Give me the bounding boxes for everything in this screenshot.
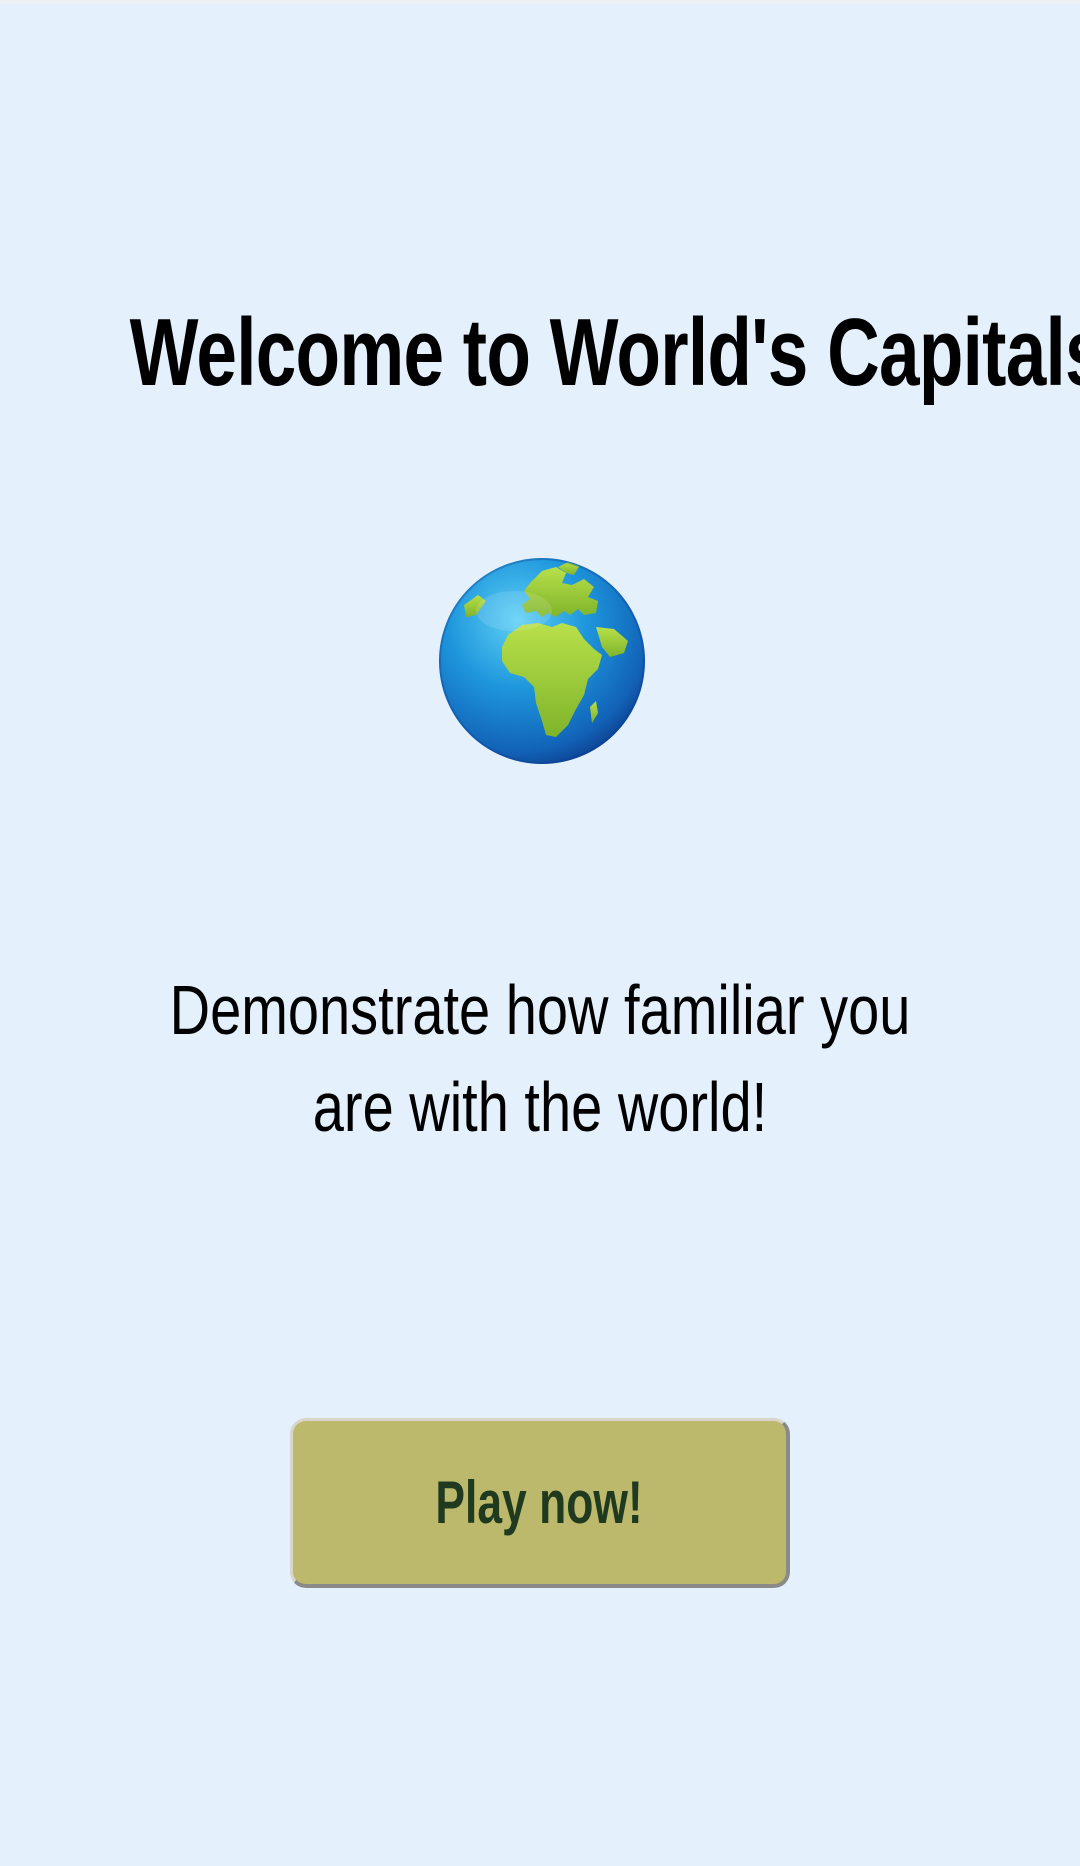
globe-europe-africa-icon: [438, 557, 646, 765]
play-now-button[interactable]: Play now!: [290, 1418, 790, 1588]
play-now-label: Play now!: [435, 1469, 644, 1536]
status-bar-edge: [0, 0, 1080, 4]
page-title: Welcome to World's Capitals: [129, 299, 1080, 406]
subtitle-text: Demonstrate how familiar you are with th…: [169, 971, 911, 1146]
subtitle: Demonstrate how familiar you are with th…: [20, 962, 1060, 1156]
